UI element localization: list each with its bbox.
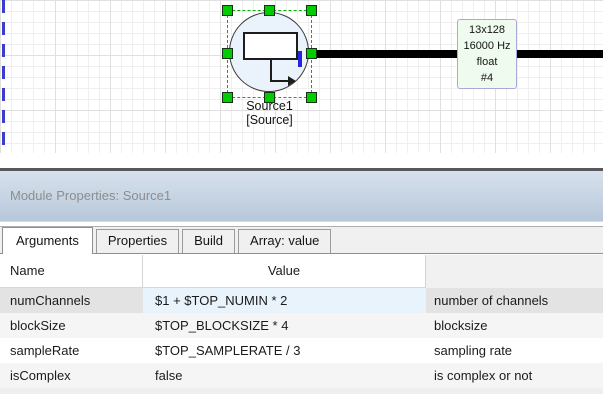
selection-handle[interactable] [264,5,275,16]
table-row[interactable]: sampleRate $TOP_SAMPLERATE / 3 sampling … [0,338,603,363]
tab-build[interactable]: Build [182,229,235,253]
table-row[interactable]: numChannels $1 + $TOP_NUMIN * 2 number o… [0,288,603,313]
source-icon-rect [243,32,298,60]
column-header-name: Name [0,255,143,288]
table-row[interactable]: blockSize $TOP_BLOCKSIZE * 4 blocksize [0,313,603,338]
selection-handle[interactable] [306,5,317,16]
panel-title: Module Properties: Source1 [10,171,171,221]
wire-info-number: #4 [458,70,516,86]
tab-array-value[interactable]: Array: value [238,229,331,253]
table-footer-strip [0,388,603,394]
source-module-icon[interactable] [229,12,309,92]
module-type-label: [Source] [212,113,327,127]
column-header-description [426,255,603,288]
argument-value[interactable]: false [143,363,426,388]
source-icon-arrow-line [270,80,289,82]
tab-arguments[interactable]: Arguments [2,227,93,254]
wire-info-datatype: float [458,54,516,70]
argument-name[interactable]: numChannels [0,288,143,313]
panel-header: Module Properties: Source1 [0,171,603,222]
argument-value[interactable]: $TOP_BLOCKSIZE * 4 [143,313,426,338]
wire-info-dimensions: 13x128 [458,22,516,38]
module-caption: Source1 [Source] [212,99,327,127]
wire-info-samplerate: 16000 Hz [458,38,516,54]
argument-name[interactable]: blockSize [0,313,143,338]
column-header-value: Value [143,255,426,288]
argument-name[interactable]: isComplex [0,363,143,388]
output-pin[interactable] [298,51,302,67]
app-window: 13x128 16000 Hz float #4 Source1 [Source… [0,0,603,406]
source-module[interactable] [227,10,312,98]
argument-description: sampling rate [426,338,603,363]
tab-properties[interactable]: Properties [96,229,179,253]
table-header-row: Name Value [0,255,603,288]
argument-description: blocksize [426,313,603,338]
argument-value[interactable]: $TOP_SAMPLERATE / 3 [143,338,426,363]
page-margin-guide [2,0,5,151]
argument-description: is complex or not [426,363,603,388]
source-icon-arrowhead [288,76,296,86]
wire-info-label: 13x128 16000 Hz float #4 [457,19,517,89]
selection-handle[interactable] [306,48,317,59]
table-row[interactable]: isComplex false is complex or not [0,363,603,388]
arguments-table: Name Value numChannels $1 + $TOP_NUMIN *… [0,255,603,394]
argument-description: number of channels [426,288,603,313]
module-name-label: Source1 [212,99,327,113]
selection-handle[interactable] [222,48,233,59]
source-icon-arrow-line [270,59,272,82]
selection-handle[interactable] [222,5,233,16]
tab-bar: Arguments Properties Build Array: value [0,226,603,254]
argument-name[interactable]: sampleRate [0,338,143,363]
design-canvas[interactable]: 13x128 16000 Hz float #4 Source1 [Source… [0,0,603,153]
argument-value[interactable]: $1 + $TOP_NUMIN * 2 [143,288,426,313]
